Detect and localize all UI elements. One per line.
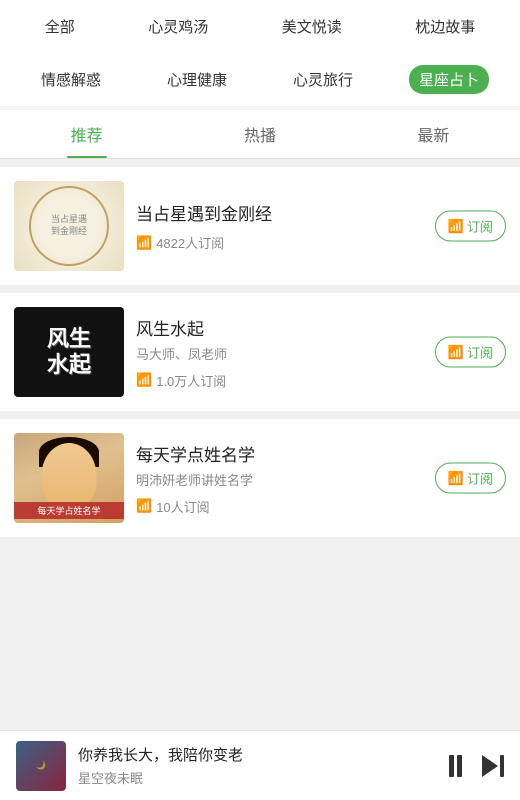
card-3-subscribe-btn[interactable]: 📶 订阅 bbox=[435, 463, 506, 494]
subscribe-icon-2: 📶 bbox=[448, 344, 464, 360]
player-bar: 🌙 你养我长大，我陪你变老 星空夜未眠 bbox=[0, 730, 520, 800]
card-1-subscribe-btn[interactable]: 📶 订阅 bbox=[435, 211, 506, 242]
card-1-sub-count: 4822人订阅 bbox=[156, 233, 224, 252]
rss-icon-1: 📶 bbox=[136, 235, 152, 251]
subscribe-icon-1: 📶 bbox=[448, 218, 464, 234]
next-button[interactable] bbox=[482, 755, 504, 777]
card-3-sub-count: 10人订阅 bbox=[156, 497, 209, 516]
player-subtitle: 星空夜未眠 bbox=[78, 768, 449, 787]
pause-bar-1 bbox=[449, 755, 454, 777]
content-area: 当占星遇到金刚经 当占星遇到金刚经 📶 4822人订阅 📶 订阅 风生水起 风生… bbox=[0, 159, 520, 733]
category-all[interactable]: 全部 bbox=[35, 12, 85, 41]
card-2-thumb[interactable]: 风生水起 bbox=[14, 307, 124, 397]
card-3-thumb[interactable]: 每天学占姓名学 bbox=[14, 433, 124, 523]
player-controls bbox=[449, 755, 504, 777]
card-1: 当占星遇到金刚经 当占星遇到金刚经 📶 4822人订阅 📶 订阅 bbox=[0, 167, 520, 285]
rss-icon-3: 📶 bbox=[136, 498, 152, 514]
card-2-subscribe-btn[interactable]: 📶 订阅 bbox=[435, 337, 506, 368]
category-row-2: 情感解惑 心理健康 心灵旅行 星座占卜 bbox=[0, 53, 520, 106]
fengshui-thumb-bg: 风生水起 bbox=[14, 307, 124, 397]
category-chicken-soup[interactable]: 心灵鸡汤 bbox=[138, 12, 218, 41]
player-title: 你养我长大，我陪你变老 bbox=[78, 744, 449, 765]
subscribe-label-2: 订阅 bbox=[467, 343, 493, 362]
category-bedtime-story[interactable]: 枕边故事 bbox=[405, 12, 485, 41]
subscribe-label-3: 订阅 bbox=[467, 469, 493, 488]
card-2-sub-count: 1.0万人订阅 bbox=[156, 371, 226, 390]
category-mental-health[interactable]: 心理健康 bbox=[157, 65, 237, 94]
sub-tabs: 推荐 热播 最新 bbox=[0, 110, 520, 159]
category-astrology[interactable]: 星座占卜 bbox=[409, 65, 489, 94]
astro-thumb-bg: 当占星遇到金刚经 bbox=[14, 181, 124, 271]
card-3: 每天学占姓名学 每天学点姓名学 明沛妍老师讲姓名学 📶 10人订阅 📶 订阅 bbox=[0, 419, 520, 537]
next-triangle bbox=[482, 755, 498, 777]
player-thumb[interactable]: 🌙 bbox=[16, 741, 66, 791]
subscribe-label-1: 订阅 bbox=[467, 217, 493, 236]
tab-latest[interactable]: 最新 bbox=[347, 110, 520, 158]
card-3-subscribers: 📶 10人订阅 bbox=[136, 497, 506, 516]
pause-icon bbox=[449, 755, 462, 777]
astro-thumb-text: 当占星遇到金刚经 bbox=[51, 214, 87, 237]
astro-thumb-circle: 当占星遇到金刚经 bbox=[29, 186, 109, 266]
category-row-1: 全部 心灵鸡汤 美文悦读 枕边故事 bbox=[0, 0, 520, 53]
pause-button[interactable] bbox=[449, 755, 462, 777]
rss-icon-2: 📶 bbox=[136, 372, 152, 388]
tab-hot[interactable]: 热播 bbox=[173, 110, 346, 158]
next-icon bbox=[482, 755, 504, 777]
fengshui-thumb-text: 风生水起 bbox=[47, 326, 91, 379]
category-nav: 全部 心灵鸡汤 美文悦读 枕边故事 情感解惑 心理健康 心灵旅行 星座占卜 bbox=[0, 0, 520, 106]
subscribe-icon-3: 📶 bbox=[448, 470, 464, 486]
category-soul-travel[interactable]: 心灵旅行 bbox=[283, 65, 363, 94]
player-thumb-art: 🌙 bbox=[36, 761, 46, 770]
player-info: 你养我长大，我陪你变老 星空夜未眠 bbox=[78, 744, 449, 787]
pause-bar-2 bbox=[457, 755, 462, 777]
card-1-thumb[interactable]: 当占星遇到金刚经 bbox=[14, 181, 124, 271]
card-2-subscribers: 📶 1.0万人订阅 bbox=[136, 371, 506, 390]
next-bar bbox=[500, 755, 504, 777]
card-2: 风生水起 风生水起 马大师、凤老师 📶 1.0万人订阅 📶 订阅 bbox=[0, 293, 520, 411]
tab-recommended[interactable]: 推荐 bbox=[0, 110, 173, 158]
person-thumb-face bbox=[42, 443, 97, 508]
person-thumb-label: 每天学占姓名学 bbox=[14, 502, 124, 519]
category-emotional[interactable]: 情感解惑 bbox=[31, 65, 111, 94]
category-beautiful-read[interactable]: 美文悦读 bbox=[272, 12, 352, 41]
person-thumb-bg: 每天学占姓名学 bbox=[14, 433, 124, 523]
